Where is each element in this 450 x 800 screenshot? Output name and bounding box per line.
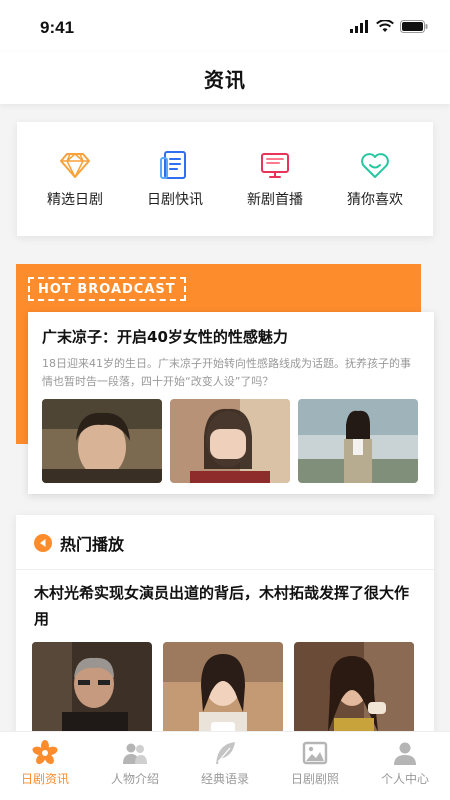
popular-card: 热门播放 木村光希实现女演员出道的背后，木村拓哉发挥了很大作用 [16,515,434,745]
tab-label: 个人中心 [380,772,429,786]
tv-icon [261,153,289,178]
popular-header: 热门播放 [16,515,434,555]
tab-stills[interactable]: 日剧剧照 [275,740,355,800]
status-bar: 9:41 [0,0,450,52]
play-badge-icon [34,534,52,552]
tab-bar: 日剧资讯 人物介绍 经典语录 日剧剧照 个人中心 [0,731,450,800]
popular-title: 热门播放 [60,535,125,554]
tab-label: 经典语录 [200,772,249,786]
tab-people[interactable]: 人物介绍 [95,740,175,800]
battery-icon [400,20,428,33]
popular-photo[interactable] [294,642,414,742]
hot-article-title[interactable]: 广末凉子：开启40岁女性的性感魅力 [42,326,420,347]
tab-quotes[interactable]: 经典语录 [185,740,265,800]
tab-label: 人物介绍 [110,772,159,786]
category-new-premiere[interactable]: 新剧首播 [227,149,323,209]
hot-broadcast-section: HOT BROADCAST 广末凉子：开启40岁女性的性感魅力 18日迎来41岁… [16,264,434,496]
signal-icon [350,20,368,33]
hot-article-description: 18日迎来41岁的生日。广末凉子开始转向性感路线成为话题。抚养孩子的事情也暂时告… [42,357,411,388]
news-doc-icon [160,151,186,179]
category-label: 日剧快讯 [147,192,203,208]
status-time: 9:41 [40,18,75,37]
hot-article-photo[interactable] [298,399,418,483]
nav-bar: 资讯 [0,52,450,104]
photo-icon [302,741,328,765]
tab-label: 日剧剧照 [290,772,339,786]
feather-icon [216,742,235,764]
wifi-icon [376,20,394,32]
category-label: 新剧首播 [247,192,303,208]
category-recommend[interactable]: 猜你喜欢 [327,149,423,209]
popular-thumbnails [16,632,434,742]
hot-article-card[interactable]: 广末凉子：开启40岁女性的性感魅力 18日迎来41岁的生日。广末凉子开始转向性感… [28,312,434,494]
category-label: 精选日剧 [47,192,103,208]
popular-headline[interactable]: 木村光希实现女演员出道的背后，木村拓哉发挥了很大作用 [16,570,434,632]
user-icon [394,742,416,765]
popular-photo[interactable] [163,642,283,742]
hot-article-photo[interactable] [42,399,162,483]
category-card: 精选日剧 日剧快讯 新剧首播 猜你喜欢 [17,122,433,236]
category-jdrama-news[interactable]: 日剧快讯 [127,149,223,209]
category-featured-jdrama[interactable]: 精选日剧 [27,149,123,209]
heart-icon [361,153,389,178]
popular-photo[interactable] [32,642,152,742]
hot-article-photo[interactable] [170,399,290,483]
sakura-icon [32,740,58,765]
tab-jdrama-news[interactable]: 日剧资讯 [5,740,85,800]
hot-broadcast-badge: HOT BROADCAST [28,277,186,301]
status-icons [350,20,428,33]
category-label: 猜你喜欢 [347,192,403,208]
page-title: 资讯 [204,67,246,92]
tab-profile[interactable]: 个人中心 [365,740,445,800]
people-icon [123,743,147,764]
diamond-icon [60,153,90,178]
hot-article-thumbnails [42,399,420,483]
tab-label: 日剧资讯 [20,772,69,786]
